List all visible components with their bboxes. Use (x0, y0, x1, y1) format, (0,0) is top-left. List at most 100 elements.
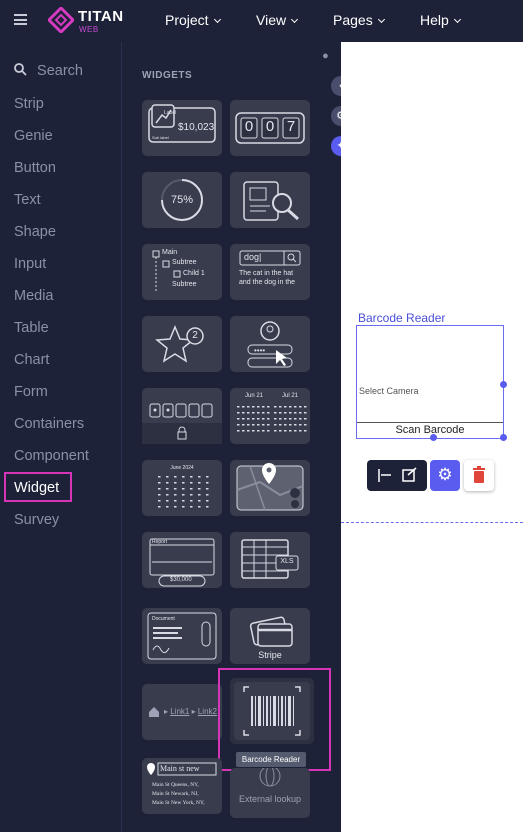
chevron-down-icon (213, 15, 221, 24)
widget-calendar-tile[interactable]: June 2024 (142, 460, 222, 516)
sidebar-item-form[interactable]: Form (14, 384, 48, 400)
calendar-day (166, 500, 169, 502)
calendar-day (284, 430, 287, 432)
calendar-day (289, 412, 292, 414)
resize-handle[interactable] (500, 381, 507, 388)
calendar-day (274, 418, 277, 420)
calendar-day (158, 506, 161, 508)
calendar-day (158, 500, 161, 502)
sidebar-item-genie[interactable]: Genie (14, 128, 53, 144)
sidebar-item-component[interactable]: Component (14, 448, 89, 464)
widget-stripe-tile[interactable]: Stripe (230, 608, 310, 664)
calendar-day (257, 424, 260, 426)
widget-date-range-tile[interactable]: Jun 21 Jul 21 (230, 388, 310, 444)
calendar-day (284, 412, 287, 414)
top-bar: TITAN WEB Project View Pages Help (0, 0, 523, 42)
sidebar-item-input[interactable]: Input (14, 256, 46, 272)
widget-login-tile[interactable]: •••• (230, 316, 310, 372)
sidebar-item-table[interactable]: Table (14, 320, 49, 336)
calendar-day (267, 430, 270, 432)
widget-report-tile[interactable]: Report $30,000 (142, 532, 222, 588)
widget-label: Barcode Reader (358, 311, 446, 325)
widget-external-lookup-tile[interactable]: External lookup (230, 768, 310, 818)
sidebar-item-survey[interactable]: Survey (14, 512, 59, 528)
breadcrumb-link: Link1 (170, 707, 190, 716)
breadcrumb: ▸ Link1 ▸ Link2 (164, 707, 217, 716)
sidebar-item-chart[interactable]: Chart (14, 352, 49, 368)
hamburger-menu-icon[interactable] (14, 14, 27, 25)
menu-pages[interactable]: Pages (333, 12, 385, 28)
widget-search-tile[interactable]: dog| The cat in the hat and the dog in t… (230, 244, 310, 300)
calendar-day (267, 412, 270, 414)
calendar-day (242, 418, 245, 420)
counter-digit: 0 (265, 118, 275, 135)
calendar-day (166, 488, 169, 490)
widget-settings-button[interactable]: ⚙ (430, 460, 460, 491)
widget-map-tile[interactable] (230, 460, 310, 516)
sidebar-item-containers[interactable]: Containers (14, 416, 84, 432)
sidebar-item-media[interactable]: Media (14, 288, 54, 304)
calendar-day (158, 476, 161, 478)
menu-view[interactable]: View (256, 12, 299, 28)
panel-heading: WIDGETS (142, 70, 193, 81)
calendar-day (198, 488, 201, 490)
menu-help[interactable]: Help (420, 12, 461, 28)
calendar-day (267, 406, 270, 408)
calendar-day (242, 412, 245, 414)
search-box[interactable]: Search (14, 62, 83, 79)
selection-highlight (4, 472, 72, 502)
menu-pages-label: Pages (333, 12, 373, 28)
calendar-day (237, 406, 240, 408)
search-placeholder: Search (37, 63, 83, 79)
breadcrumb-link: Link2 (197, 707, 217, 716)
calendar-day (174, 494, 177, 496)
resize-handle[interactable] (430, 434, 437, 441)
widget-counter-tile[interactable]: 0 0 7 (230, 100, 310, 156)
sidebar: Search Strip Genie Button Text Shape Inp… (0, 42, 122, 832)
sidebar-item-text[interactable]: Text (14, 192, 41, 208)
align-left-icon (378, 469, 391, 482)
widget-breadcrumb-tile[interactable]: ▸ Link1 ▸ Link2 (142, 684, 222, 740)
barcode-reader-widget[interactable]: Select Camera Scan Barcode (356, 325, 504, 439)
calendar-day (267, 418, 270, 420)
calendar-day (262, 412, 265, 414)
calendar-day (299, 424, 302, 426)
sidebar-item-strip[interactable]: Strip (14, 96, 44, 112)
sidebar-item-shape[interactable]: Shape (14, 224, 56, 240)
calendar-day (279, 406, 282, 408)
delete-button[interactable] (464, 460, 494, 491)
pin-icon[interactable]: ● (319, 49, 332, 62)
calendar-day (279, 418, 282, 420)
app-subname: WEB (79, 25, 99, 34)
widget-image-search-tile[interactable] (230, 172, 310, 228)
select-camera-label[interactable]: Select Camera (359, 386, 419, 396)
rating-count: 2 (192, 330, 198, 341)
calendar-day (262, 424, 265, 426)
login-icon: •••• (247, 321, 293, 368)
calendar-day (247, 418, 250, 420)
widget-document-tile[interactable]: Document (142, 608, 222, 664)
menu-project[interactable]: Project (165, 12, 221, 28)
address-suggestion: Main St New York, NY, (152, 800, 205, 806)
calendar-day (294, 418, 297, 420)
calendar-day (299, 430, 302, 432)
calendar-day (304, 430, 307, 432)
tree-node: Child 1 (183, 270, 205, 277)
calendar-day (279, 412, 282, 414)
calendar-day (166, 494, 169, 496)
widget-rating-tile[interactable]: 2 (142, 316, 222, 372)
calendar-day (262, 406, 265, 408)
sidebar-item-button[interactable]: Button (14, 160, 56, 176)
widget-excel-tile[interactable]: XLS (230, 532, 310, 588)
widget-progress-tile[interactable]: 75% (142, 172, 222, 228)
tree-node: Subtree (172, 281, 197, 288)
widget-pin-code-tile[interactable] (142, 388, 222, 444)
design-canvas[interactable]: Barcode Reader Select Camera Scan Barcod… (341, 42, 523, 832)
widget-address-tile[interactable]: Main st new Main St Queens, NY, Main St … (142, 758, 222, 814)
widget-tree-tile[interactable]: Main Subtree Child 1 Subtree (142, 244, 222, 300)
search-box-value: dog| (244, 252, 262, 262)
address-suggestion: Main St Newark, NJ, (152, 791, 199, 797)
resize-handle[interactable] (500, 434, 507, 441)
chevron-down-icon (291, 15, 299, 24)
widget-kpi-tile[interactable]: Label $10,023 Sub label (142, 100, 222, 156)
